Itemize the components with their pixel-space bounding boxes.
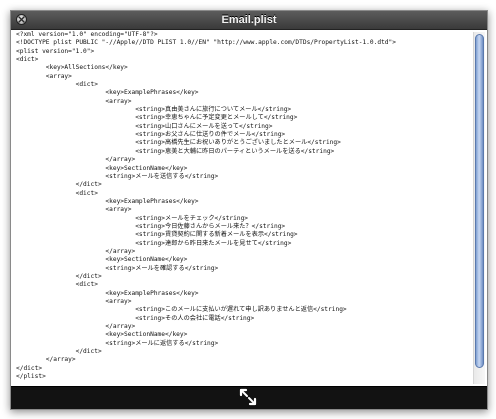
file-preview[interactable]: <?xml version="1.0" encoding="UTF-8"?> <!…: [11, 30, 487, 386]
bottom-toolbar: [11, 386, 487, 409]
code-line: <key>SectionName</key>: [16, 256, 188, 264]
title-bar[interactable]: Email.plist: [11, 11, 487, 30]
code-line: <key>ExamplePhrases</key>: [16, 197, 199, 205]
code-line: <string>メールを確認する</string>: [16, 264, 219, 272]
code-line: <dict>: [16, 189, 98, 197]
code-line: <key>ExamplePhrases</key>: [16, 289, 199, 297]
code-line: </array>: [16, 247, 136, 255]
code-line: <array>: [16, 97, 132, 105]
code-line: <array>: [16, 206, 132, 214]
code-line: <key>SectionName</key>: [16, 164, 188, 172]
code-line: </dict>: [16, 272, 102, 280]
code-line: </array>: [16, 356, 76, 364]
code-line: </plist>: [16, 373, 46, 381]
code-line: <?xml version="1.0" encoding="UTF-8"?>: [16, 31, 158, 38]
code-line: </dict>: [16, 181, 102, 189]
code-line: <string>メールをチェック</string>: [16, 214, 249, 222]
code-line: </array>: [16, 323, 136, 331]
code-line: <string>高橋先生にお祝いありがとうございましたとメール</string>: [16, 139, 341, 147]
code-line: <plist version="1.0">: [16, 47, 95, 55]
code-line: <!DOCTYPE plist PUBLIC "-//Apple//DTD PL…: [16, 39, 396, 47]
code-line: <key>ExamplePhrases</key>: [16, 89, 199, 97]
code-line: <string>賃貸契約に関する新着メールを表示</string>: [16, 231, 298, 239]
quicklook-window: Email.plist <?xml version="1.0" encoding…: [10, 10, 488, 410]
code-line: </array>: [16, 156, 136, 164]
fullscreen-expand-icon: [239, 388, 257, 409]
code-line: <array>: [16, 72, 72, 80]
fullscreen-button[interactable]: [239, 388, 257, 409]
code-line: <dict>: [16, 81, 98, 89]
code-line: </dict>: [16, 348, 102, 356]
code-line: <string>恵美と大輔に昨日のパーティというメールを送る</string>: [16, 147, 335, 155]
code-line: <dict>: [16, 281, 98, 289]
code-line: <string>山口さんにメールを送って</string>: [16, 122, 273, 130]
code-line: <key>SectionName</key>: [16, 331, 188, 339]
code-line: <string>達郎から昨日来たメールを見せて</string>: [16, 239, 292, 247]
code-line: <string>このメールに支払いが遅れて申し訳ありませんと返信</string…: [16, 306, 347, 314]
vertical-scrollbar[interactable]: [473, 32, 485, 384]
code-line: <key>AllSections</key>: [16, 64, 128, 72]
code-line: <string>メールを送信する</string>: [16, 172, 219, 180]
code-line: <string>メールに返信する</string>: [16, 339, 219, 347]
code-line: </dict>: [16, 364, 43, 372]
plist-text: <?xml version="1.0" encoding="UTF-8"?> <!…: [16, 31, 468, 381]
window-title: Email.plist: [221, 14, 277, 26]
scroll-thumb[interactable]: [475, 34, 484, 368]
code-line: <string>その人の会社に電話</string>: [16, 314, 255, 322]
code-line: <string>今日佐藤さんからメール来た？</string>: [16, 222, 286, 230]
code-line: <dict>: [16, 56, 39, 64]
code-line: <string>幸恵ちゃんに予定変更とメールして</string>: [16, 114, 298, 122]
